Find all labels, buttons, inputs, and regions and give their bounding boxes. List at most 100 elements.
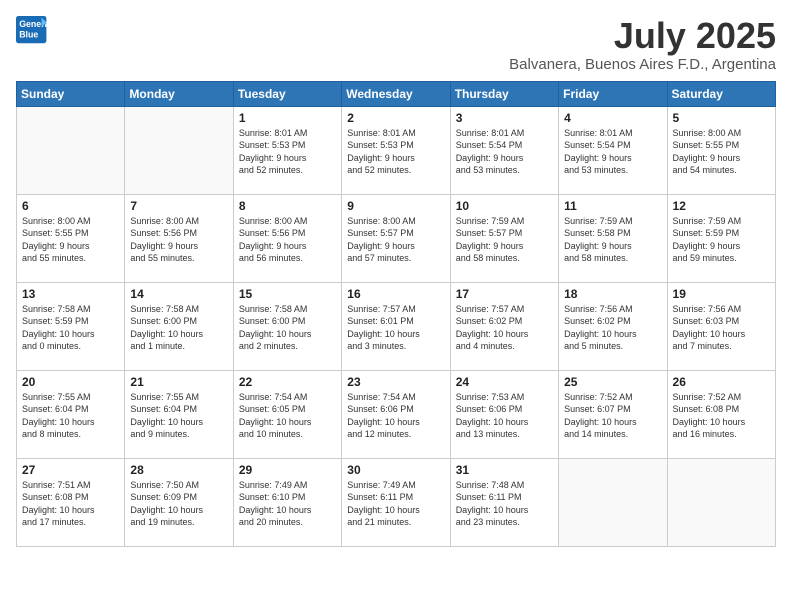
calendar-cell: 29 Sunrise: 7:49 AM Sunset: 6:10 PM Dayli…: [233, 458, 341, 546]
day-info: Sunrise: 8:00 AM Sunset: 5:56 PM Dayligh…: [239, 215, 336, 265]
calendar-cell: 14 Sunrise: 7:58 AM Sunset: 6:00 PM Dayli…: [125, 282, 233, 370]
day-number: 15: [239, 287, 336, 301]
svg-text:Blue: Blue: [19, 30, 38, 40]
calendar-cell: 13 Sunrise: 7:58 AM Sunset: 5:59 PM Dayli…: [17, 282, 125, 370]
page-header: General Blue July 2025 Balvanera, Buenos…: [16, 16, 776, 73]
day-number: 13: [22, 287, 119, 301]
calendar-cell: [125, 106, 233, 194]
calendar-cell: 24 Sunrise: 7:53 AM Sunset: 6:06 PM Dayli…: [450, 370, 558, 458]
calendar-cell: 9 Sunrise: 8:00 AM Sunset: 5:57 PM Daylig…: [342, 194, 450, 282]
day-info: Sunrise: 7:58 AM Sunset: 5:59 PM Dayligh…: [22, 303, 119, 353]
day-number: 11: [564, 199, 661, 213]
weekday-header-wednesday: Wednesday: [342, 81, 450, 106]
calendar-cell: 3Sunrise: 8:01 AM Sunset: 5:54 PM Daylig…: [450, 106, 558, 194]
day-info: Sunrise: 7:57 AM Sunset: 6:02 PM Dayligh…: [456, 303, 553, 353]
day-number: 8: [239, 199, 336, 213]
day-number: 4: [564, 111, 661, 125]
calendar-cell: 10 Sunrise: 7:59 AM Sunset: 5:57 PM Dayli…: [450, 194, 558, 282]
day-number: 5: [673, 111, 770, 125]
day-info: Sunrise: 7:58 AM Sunset: 6:00 PM Dayligh…: [239, 303, 336, 353]
calendar-cell: 23 Sunrise: 7:54 AM Sunset: 6:06 PM Dayli…: [342, 370, 450, 458]
day-number: 9: [347, 199, 444, 213]
calendar-cell: 20 Sunrise: 7:55 AM Sunset: 6:04 PM Dayli…: [17, 370, 125, 458]
calendar-cell: 31 Sunrise: 7:48 AM Sunset: 6:11 PM Dayli…: [450, 458, 558, 546]
day-number: 23: [347, 375, 444, 389]
calendar-cell: 15 Sunrise: 7:58 AM Sunset: 6:00 PM Dayli…: [233, 282, 341, 370]
day-info: Sunrise: 7:59 AM Sunset: 5:57 PM Dayligh…: [456, 215, 553, 265]
day-info: Sunrise: 7:54 AM Sunset: 6:06 PM Dayligh…: [347, 391, 444, 441]
day-info: Sunrise: 7:59 AM Sunset: 5:58 PM Dayligh…: [564, 215, 661, 265]
day-info: Sunrise: 7:52 AM Sunset: 6:07 PM Dayligh…: [564, 391, 661, 441]
day-number: 7: [130, 199, 227, 213]
day-info: Sunrise: 7:56 AM Sunset: 6:03 PM Dayligh…: [673, 303, 770, 353]
calendar-cell: 18 Sunrise: 7:56 AM Sunset: 6:02 PM Dayli…: [559, 282, 667, 370]
day-info: Sunrise: 8:01 AM Sunset: 5:54 PM Dayligh…: [564, 127, 661, 177]
day-info: Sunrise: 7:49 AM Sunset: 6:11 PM Dayligh…: [347, 479, 444, 529]
calendar-cell: 11 Sunrise: 7:59 AM Sunset: 5:58 PM Dayli…: [559, 194, 667, 282]
day-info: Sunrise: 7:51 AM Sunset: 6:08 PM Dayligh…: [22, 479, 119, 529]
day-info: Sunrise: 7:54 AM Sunset: 6:05 PM Dayligh…: [239, 391, 336, 441]
day-number: 18: [564, 287, 661, 301]
calendar-cell: 28Sunrise: 7:50 AM Sunset: 6:09 PM Dayli…: [125, 458, 233, 546]
day-info: Sunrise: 7:57 AM Sunset: 6:01 PM Dayligh…: [347, 303, 444, 353]
calendar-cell: 4 Sunrise: 8:01 AM Sunset: 5:54 PM Daylig…: [559, 106, 667, 194]
day-info: Sunrise: 7:53 AM Sunset: 6:06 PM Dayligh…: [456, 391, 553, 441]
day-number: 1: [239, 111, 336, 125]
calendar-cell: 5 Sunrise: 8:00 AM Sunset: 5:55 PM Daylig…: [667, 106, 775, 194]
day-info: Sunrise: 7:49 AM Sunset: 6:10 PM Dayligh…: [239, 479, 336, 529]
calendar-cell: 17 Sunrise: 7:57 AM Sunset: 6:02 PM Dayli…: [450, 282, 558, 370]
day-number: 17: [456, 287, 553, 301]
day-number: 20: [22, 375, 119, 389]
day-info: Sunrise: 7:59 AM Sunset: 5:59 PM Dayligh…: [673, 215, 770, 265]
day-info: Sunrise: 8:00 AM Sunset: 5:55 PM Dayligh…: [673, 127, 770, 177]
week-row-3: 13 Sunrise: 7:58 AM Sunset: 5:59 PM Dayli…: [17, 282, 776, 370]
day-number: 3: [456, 111, 553, 125]
calendar-cell: 2Sunrise: 8:01 AM Sunset: 5:53 PM Daylig…: [342, 106, 450, 194]
calendar-cell: 21Sunrise: 7:55 AM Sunset: 6:04 PM Dayli…: [125, 370, 233, 458]
weekday-header-tuesday: Tuesday: [233, 81, 341, 106]
weekday-header-friday: Friday: [559, 81, 667, 106]
day-number: 10: [456, 199, 553, 213]
day-info: Sunrise: 8:00 AM Sunset: 5:55 PM Dayligh…: [22, 215, 119, 265]
calendar-cell: 7 Sunrise: 8:00 AM Sunset: 5:56 PM Daylig…: [125, 194, 233, 282]
calendar-cell: 12 Sunrise: 7:59 AM Sunset: 5:59 PM Dayli…: [667, 194, 775, 282]
day-number: 25: [564, 375, 661, 389]
day-info: Sunrise: 7:48 AM Sunset: 6:11 PM Dayligh…: [456, 479, 553, 529]
weekday-header-row: SundayMondayTuesdayWednesdayThursdayFrid…: [17, 81, 776, 106]
calendar-cell: 25 Sunrise: 7:52 AM Sunset: 6:07 PM Dayli…: [559, 370, 667, 458]
weekday-header-monday: Monday: [125, 81, 233, 106]
day-number: 26: [673, 375, 770, 389]
day-info: Sunrise: 7:55 AM Sunset: 6:04 PM Dayligh…: [22, 391, 119, 441]
calendar-cell: 1Sunrise: 8:01 AM Sunset: 5:53 PM Daylig…: [233, 106, 341, 194]
day-number: 27: [22, 463, 119, 477]
week-row-4: 20 Sunrise: 7:55 AM Sunset: 6:04 PM Dayli…: [17, 370, 776, 458]
calendar-cell: 16Sunrise: 7:57 AM Sunset: 6:01 PM Dayli…: [342, 282, 450, 370]
day-number: 14: [130, 287, 227, 301]
day-info: Sunrise: 8:00 AM Sunset: 5:56 PM Dayligh…: [130, 215, 227, 265]
day-info: Sunrise: 7:55 AM Sunset: 6:04 PM Dayligh…: [130, 391, 227, 441]
day-number: 19: [673, 287, 770, 301]
week-row-2: 6Sunrise: 8:00 AM Sunset: 5:55 PM Daylig…: [17, 194, 776, 282]
day-number: 30: [347, 463, 444, 477]
location-subtitle: Balvanera, Buenos Aires F.D., Argentina: [509, 56, 776, 73]
weekday-header-sunday: Sunday: [17, 81, 125, 106]
day-number: 22: [239, 375, 336, 389]
logo: General Blue: [16, 16, 48, 44]
calendar-table: SundayMondayTuesdayWednesdayThursdayFrid…: [16, 81, 776, 547]
day-info: Sunrise: 7:56 AM Sunset: 6:02 PM Dayligh…: [564, 303, 661, 353]
day-number: 29: [239, 463, 336, 477]
weekday-header-thursday: Thursday: [450, 81, 558, 106]
week-row-1: 1Sunrise: 8:01 AM Sunset: 5:53 PM Daylig…: [17, 106, 776, 194]
day-number: 31: [456, 463, 553, 477]
calendar-cell: [17, 106, 125, 194]
title-block: July 2025 Balvanera, Buenos Aires F.D., …: [509, 16, 776, 73]
day-info: Sunrise: 7:52 AM Sunset: 6:08 PM Dayligh…: [673, 391, 770, 441]
day-info: Sunrise: 8:00 AM Sunset: 5:57 PM Dayligh…: [347, 215, 444, 265]
logo-icon: General Blue: [16, 16, 48, 44]
day-info: Sunrise: 7:58 AM Sunset: 6:00 PM Dayligh…: [130, 303, 227, 353]
day-number: 12: [673, 199, 770, 213]
day-number: 24: [456, 375, 553, 389]
calendar-cell: 26 Sunrise: 7:52 AM Sunset: 6:08 PM Dayli…: [667, 370, 775, 458]
calendar-cell: [559, 458, 667, 546]
day-info: Sunrise: 7:50 AM Sunset: 6:09 PM Dayligh…: [130, 479, 227, 529]
